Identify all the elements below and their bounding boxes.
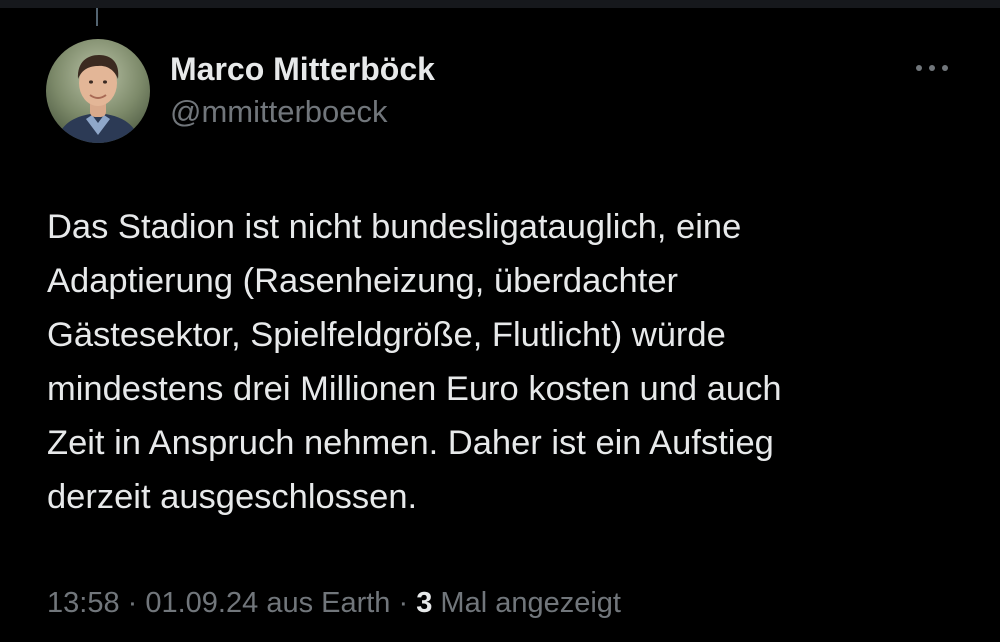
view-count-label: Mal angezeigt (432, 587, 621, 619)
top-divider (0, 0, 1000, 8)
tweet-timestamp[interactable]: 13:58 (47, 587, 120, 619)
author-handle[interactable]: @mmitterboeck (170, 93, 388, 131)
thread-connector-line (96, 8, 98, 26)
meta-separator: · (390, 587, 417, 619)
tweet-date[interactable]: 01.09.24 (145, 587, 258, 619)
tweet-text: Das Stadion ist nicht bundesligatauglich… (47, 208, 782, 516)
avatar-image (46, 39, 150, 143)
tweet-source[interactable]: aus Earth (266, 587, 390, 619)
author-display-name[interactable]: Marco Mitterböck (170, 50, 435, 88)
meta-separator: · (119, 587, 146, 619)
avatar[interactable] (46, 39, 150, 143)
more-horizontal-icon (916, 65, 948, 71)
more-options-button[interactable] (908, 50, 956, 86)
view-count: 3 (416, 587, 433, 619)
tweet-meta: 13:58 · 01.09.24 aus Earth · 3 Mal angez… (47, 583, 621, 623)
